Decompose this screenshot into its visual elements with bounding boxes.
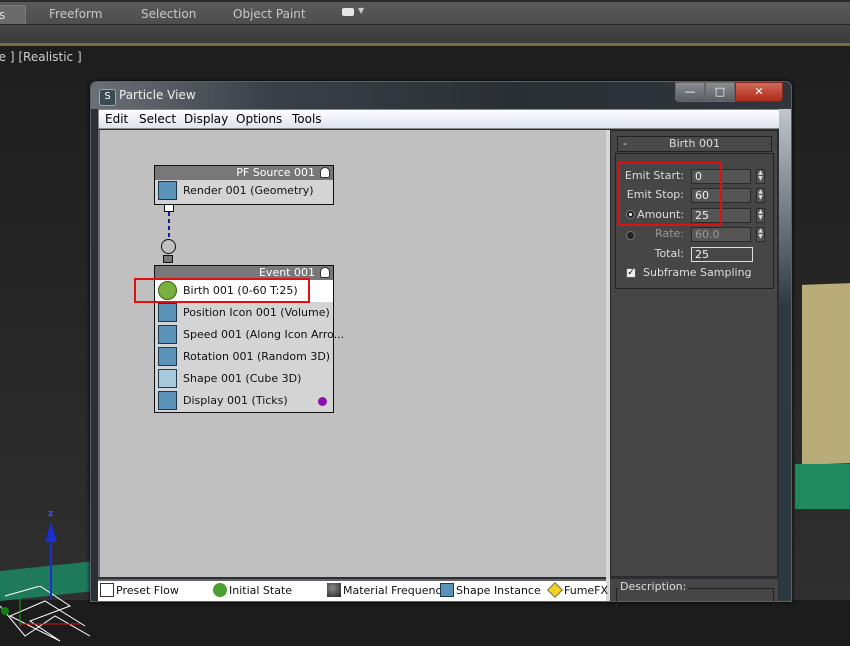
lightbulb-icon[interactable] xyxy=(320,167,330,178)
amount-spinner[interactable]: ▲ ▼ xyxy=(756,208,765,223)
material-frequency-icon xyxy=(327,583,341,597)
depot-item-preset-flow[interactable]: Preset Flow xyxy=(100,583,179,597)
lightbulb-icon[interactable] xyxy=(320,267,330,278)
z-axis-label: z xyxy=(48,509,54,519)
operator-label: Display 001 (Ticks) xyxy=(183,394,288,407)
source-output-socket[interactable] xyxy=(164,205,174,212)
emit-stop-spinner[interactable]: ▲ ▼ xyxy=(756,188,765,203)
render-icon xyxy=(158,181,177,200)
title-bar[interactable]: S Particle View — □ ✕ xyxy=(91,82,791,109)
rotation-icon xyxy=(158,347,177,366)
position-icon xyxy=(158,303,177,322)
ribbon-panel xyxy=(0,24,850,44)
ribbon-tab-active[interactable]: s xyxy=(0,5,26,25)
display-color-swatch[interactable] xyxy=(318,397,327,406)
depot-label: Shape Instance xyxy=(456,584,541,597)
depot-label: Preset Flow xyxy=(116,584,179,597)
chevron-down-icon[interactable]: ▼ xyxy=(358,6,364,15)
pf-source-header[interactable]: PF Source 001 xyxy=(155,166,333,180)
subframe-sampling-checkbox[interactable]: ✓ xyxy=(626,268,636,278)
menu-select[interactable]: Select xyxy=(139,112,176,126)
parameters-panel: - Birth 001 Emit Start: 0 ▲ ▼ Emit Stop: … xyxy=(610,130,778,577)
operator-label: Render 001 (Geometry) xyxy=(183,184,314,197)
operator-label: Position Icon 001 (Volume) xyxy=(183,306,330,319)
menu-options[interactable]: Options xyxy=(236,112,282,126)
event-connector xyxy=(163,255,173,263)
wire-connection[interactable] xyxy=(168,212,170,240)
viewport-active-border xyxy=(0,43,850,46)
operator-row-rotation[interactable]: Rotation 001 (Random 3D) xyxy=(155,346,333,368)
depot-item-fumefx[interactable]: FumeFX xyxy=(547,582,609,598)
operator-label: Rotation 001 (Random 3D) xyxy=(183,350,331,363)
depot-item-shape-instance[interactable]: Shape Instance xyxy=(440,583,541,597)
ribbon-tabs: s Freeform Selection Object Paint ▼ xyxy=(0,0,850,25)
operator-label: Shape 001 (Cube 3D) xyxy=(183,372,302,385)
description-label: Description: xyxy=(618,580,689,593)
fumefx-icon xyxy=(547,582,563,598)
depot-label: Initial State xyxy=(229,584,293,597)
description-panel: Description: xyxy=(610,579,778,609)
initial-state-icon xyxy=(213,583,227,597)
operator-row-display[interactable]: Display 001 (Ticks) xyxy=(155,390,333,412)
speed-icon xyxy=(158,325,177,344)
operator-depot: Preset Flow Initial State Material Frequ… xyxy=(98,579,609,601)
shape-instance-icon xyxy=(440,583,454,597)
depot-item-initial-state[interactable]: Initial State xyxy=(213,583,292,597)
ribbon-tab-selection[interactable]: Selection xyxy=(141,5,196,25)
scene-base-object xyxy=(795,464,850,509)
window-title: Particle View xyxy=(119,88,196,102)
subframe-sampling-label: Subframe Sampling xyxy=(643,266,752,279)
operator-row-speed[interactable]: Speed 001 (Along Icon Arro... xyxy=(155,324,344,346)
particle-view-window: S Particle View — □ ✕ Edit Select Displa… xyxy=(90,81,792,609)
maximize-button[interactable]: □ xyxy=(705,82,735,102)
depot-item-material-frequency[interactable]: Material Frequency xyxy=(327,583,448,597)
annotation-highlight-params xyxy=(618,162,722,226)
pf-source-title: PF Source 001 xyxy=(236,166,315,179)
viewport-shading-label[interactable]: re ] [Realistic ] xyxy=(0,50,82,64)
window-border xyxy=(779,109,791,601)
rate-field[interactable]: 60.0 xyxy=(691,227,751,242)
event-input-socket[interactable] xyxy=(161,239,176,254)
menu-tools[interactable]: Tools xyxy=(292,112,322,126)
app-logo-icon: S xyxy=(99,89,116,106)
display-icon xyxy=(158,391,177,410)
operator-label: Speed 001 (Along Icon Arro... xyxy=(183,328,345,341)
depot-label: Material Frequency xyxy=(343,584,449,597)
total-field: 25 xyxy=(691,247,753,262)
preset-flow-icon xyxy=(100,583,114,597)
menu-edit[interactable]: Edit xyxy=(105,112,128,126)
scene-box-object xyxy=(802,283,850,465)
pf-source-node[interactable]: PF Source 001 Render 001 (Geometry) xyxy=(154,165,334,205)
total-label: Total: xyxy=(654,247,684,260)
z-axis-gizmo[interactable] xyxy=(50,524,52,599)
operator-row-position[interactable]: Position Icon 001 (Volume) xyxy=(155,302,333,324)
operator-row-shape[interactable]: Shape 001 (Cube 3D) xyxy=(155,368,333,390)
collapse-icon[interactable]: - xyxy=(623,137,627,151)
close-button[interactable]: ✕ xyxy=(735,82,783,102)
particle-diagram-canvas[interactable]: PF Source 001 Render 001 (Geometry) Even… xyxy=(98,130,606,577)
ribbon-options-icon[interactable] xyxy=(342,8,354,16)
rate-spinner[interactable]: ▲ ▼ xyxy=(756,227,765,242)
emit-start-spinner[interactable]: ▲ ▼ xyxy=(756,169,765,184)
rollout-title: Birth 001 xyxy=(669,137,720,150)
rate-label: Rate: xyxy=(655,227,684,240)
particle-emitter-wireframe xyxy=(0,586,91,642)
operator-row[interactable]: Render 001 (Geometry) xyxy=(155,180,333,202)
minimize-button[interactable]: — xyxy=(675,82,705,102)
menu-display[interactable]: Display xyxy=(184,112,228,126)
annotation-highlight-birth xyxy=(134,278,310,303)
ribbon-tab-object-paint[interactable]: Object Paint xyxy=(233,5,306,25)
ribbon-tab-freeform[interactable]: Freeform xyxy=(49,5,102,25)
depot-label: FumeFX xyxy=(564,584,609,597)
birth-rollout-header[interactable]: - Birth 001 xyxy=(617,136,772,152)
shape-icon xyxy=(158,369,177,388)
menu-bar: Edit Select Display Options Tools xyxy=(98,109,783,129)
